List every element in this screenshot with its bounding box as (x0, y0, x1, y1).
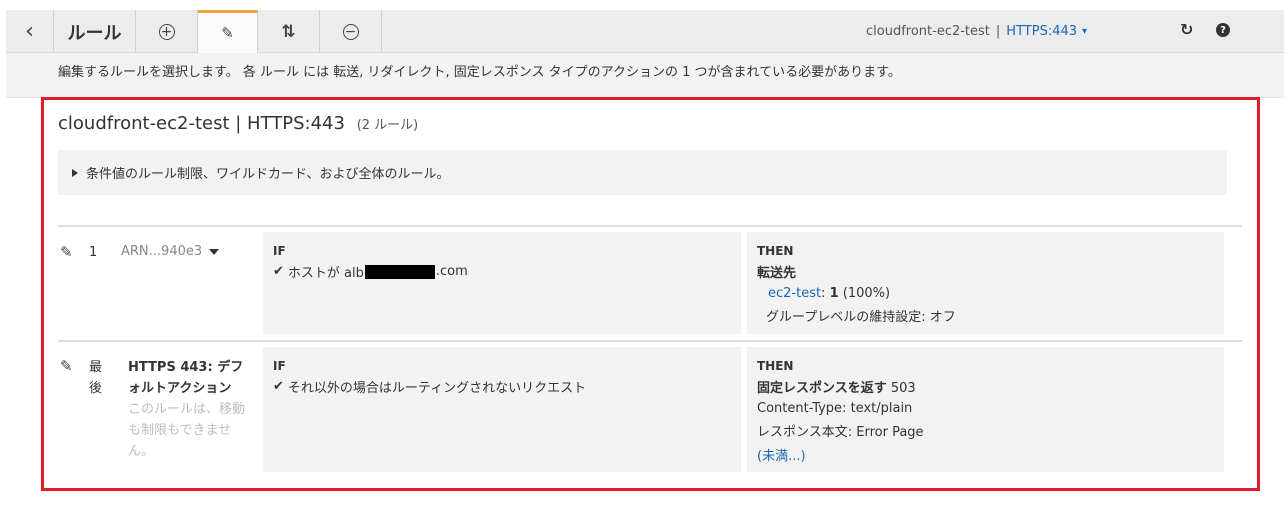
refresh-icon[interactable]: ↻ (1180, 20, 1193, 39)
condition-default-text: それ以外の場合はルーティングされないリクエスト (287, 381, 587, 396)
condition-host-prefix: ホストが alb (287, 266, 364, 281)
if-label: IF (273, 359, 286, 373)
listener-name: cloudfront-ec2-test (866, 24, 990, 39)
add-rule-button[interactable]: + (136, 10, 198, 53)
rule-2-then-cell: THEN 固定レスポンスを返す 503 Content-Type: text/p… (747, 347, 1224, 472)
if-label: IF (273, 244, 286, 258)
divider (58, 340, 1242, 342)
rule-arn-dropdown[interactable]: ARN...940e3 (121, 244, 220, 259)
target-weight: 1 (829, 286, 839, 301)
expand-triangle-icon (72, 168, 78, 177)
rule-limits-expander[interactable]: 条件値のルール制限、ワイルドカード、および全体のルール。 (58, 150, 1227, 195)
rule-limits-text: 条件値のルール制限、ワイルドカード、および全体のルール。 (86, 167, 450, 182)
plus-circle-icon: + (158, 23, 175, 40)
listener-heading-text: cloudfront-ec2-test | HTTPS:443 (58, 113, 345, 134)
divider (58, 225, 1242, 227)
rule-2-if-cell: IF ✔ それ以外の場合はルーティングされないリクエスト (263, 347, 741, 472)
chevron-left-icon: ‹ (25, 19, 34, 44)
check-icon: ✔ (273, 379, 284, 394)
stickiness-setting: グループレベルの維持設定: オフ (766, 310, 956, 325)
rule-count: (2 ルール) (356, 118, 419, 133)
rule-number-last: 最後 (89, 360, 103, 396)
listener-selector[interactable]: cloudfront-ec2-test | HTTPS:443 ▾ (866, 10, 1087, 53)
minus-circle-icon: − (342, 23, 359, 40)
action-title: 固定レスポンスを返す (757, 381, 887, 396)
condition-host-suffix: .com (435, 264, 468, 279)
status-code: 503 (890, 381, 916, 396)
delete-rules-button[interactable]: − (320, 10, 382, 53)
redacted-block (364, 264, 435, 279)
forward-target: ec2-test: 1 (100%) (768, 286, 891, 301)
pencil-icon: ✎ (221, 24, 234, 42)
response-body: レスポンス本文: Error Page (757, 425, 924, 440)
rule-arn: ARN...940e3 (121, 244, 203, 259)
rules-toolbar: ‹ ルール + ✎ ⇅ − cloudfront-ec2-test | HTTP… (6, 10, 1284, 53)
back-button[interactable]: ‹ (6, 10, 54, 53)
edit-rules-tab[interactable]: ✎ (198, 10, 258, 53)
sort-arrows-icon: ⇅ (281, 21, 296, 42)
caret-down-icon (209, 248, 220, 255)
more-link[interactable]: (未満...) (757, 445, 1224, 464)
instruction-text: 編集するルールを選択します。 各 ルール には 転送, リダイレクト, 固定レス… (58, 65, 901, 80)
rule-1-then-cell: THEN 転送先 ec2-test: 1 (100%) グループレベルの維持設定… (747, 232, 1224, 334)
target-percent: (100%) (842, 286, 891, 301)
content-type: Content-Type: text/plain (757, 401, 913, 416)
condition-host: ✔ ホストが alb .com (273, 262, 741, 281)
check-icon: ✔ (273, 264, 284, 279)
reorder-rules-button[interactable]: ⇅ (258, 10, 320, 53)
condition-default: ✔ それ以外の場合はルーティングされないリクエスト (273, 377, 741, 396)
then-label: THEN (757, 359, 794, 373)
rule-1-if-cell: IF ✔ ホストが alb .com (263, 232, 741, 334)
default-rule-description: このルールは、移動も制限もできません。 (128, 402, 246, 459)
default-rule-name: HTTPS 443: デフォルトアクション (128, 360, 244, 396)
then-label: THEN (757, 244, 794, 258)
listener-separator: | (995, 24, 1001, 39)
target-group-link[interactable]: ec2-test (768, 286, 821, 301)
edit-rule-pencil-icon[interactable]: ✎ (60, 357, 73, 375)
fixed-response-action: 固定レスポンスを返す 503 (757, 377, 1224, 396)
listener-heading: cloudfront-ec2-test | HTTPS:443 (2 ルール) (58, 113, 418, 134)
rule-number: 1 (89, 245, 98, 260)
chevron-down-icon[interactable]: ▾ (1082, 26, 1087, 37)
instruction-bar: 編集するルールを選択します。 各 ルール には 転送, リダイレクト, 固定レス… (6, 53, 1284, 98)
edit-rule-pencil-icon[interactable]: ✎ (60, 243, 73, 261)
help-icon[interactable]: ? (1216, 23, 1230, 37)
page-title: ルール (54, 10, 136, 53)
listener-protocol[interactable]: HTTPS:443 (1006, 24, 1077, 39)
action-title: 転送先 (757, 266, 797, 281)
